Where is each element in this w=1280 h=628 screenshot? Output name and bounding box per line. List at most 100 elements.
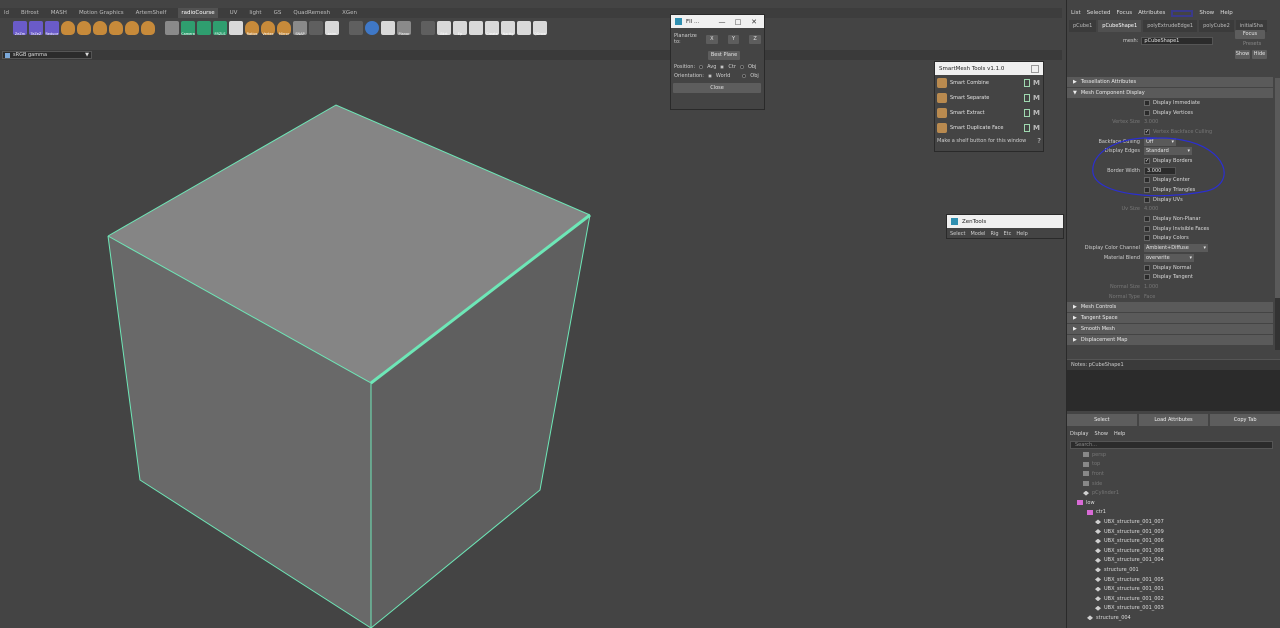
display-nonplanar-checkbox[interactable]	[1144, 216, 1150, 223]
shelf-tool-icon[interactable]	[141, 20, 155, 35]
shelf-tool-icon[interactable]: Ep	[453, 20, 467, 36]
shelf-tool-icon[interactable]: Bkrt	[437, 20, 451, 36]
shelf-tool-icon[interactable]: Vertex	[261, 20, 275, 36]
outliner-item[interactable]: structure_001	[1067, 565, 1280, 575]
outliner-item[interactable]: front	[1067, 469, 1280, 479]
scrollbar-thumb[interactable]	[1275, 78, 1280, 298]
help-icon[interactable]: ?	[1037, 137, 1041, 145]
shelf-tab[interactable]: UV	[230, 8, 238, 18]
mesh-name-field[interactable]: pCubeShape1	[1141, 37, 1214, 45]
shelf-tool-icon[interactable]	[109, 20, 123, 35]
shelf-tool-icon[interactable]	[77, 20, 91, 35]
shelf-tool-icon[interactable]	[61, 20, 75, 35]
shelf-tool-icon[interactable]: FRZLS	[213, 20, 227, 36]
shelf-tool-icon[interactable]: TeZeZ	[29, 20, 43, 36]
display-immediate-checkbox[interactable]	[1144, 99, 1150, 106]
menu-focus[interactable]: Focus	[1116, 10, 1132, 16]
minimize-icon[interactable]: —	[716, 18, 728, 26]
smartmesh-item[interactable]: Smart Combine M	[935, 75, 1043, 90]
shelf-tool-icon[interactable]	[309, 20, 323, 35]
smartmesh-item[interactable]: Smart Duplicate Face M	[935, 120, 1043, 135]
shelf-tool-icon[interactable]	[125, 20, 139, 35]
shelf-tool-icon[interactable]	[517, 20, 531, 35]
focus-button[interactable]: Focus	[1235, 30, 1265, 39]
3d-viewport[interactable]	[0, 60, 1062, 628]
outliner-menu-show[interactable]: Show	[1094, 431, 1108, 437]
cube-mesh[interactable]	[0, 60, 1062, 628]
outliner-menu-help[interactable]: Help	[1114, 431, 1125, 437]
display-invisible-checkbox[interactable]	[1144, 225, 1150, 232]
shelf-tool-icon[interactable]	[93, 20, 107, 35]
options-icon[interactable]	[1024, 108, 1030, 117]
maximize-icon[interactable]: □	[732, 18, 744, 26]
shelf-tab[interactable]: ld	[4, 8, 9, 18]
outliner-item[interactable]: structure_004	[1067, 613, 1280, 623]
shelf-tool-icon[interactable]	[349, 20, 363, 35]
shelf-tab[interactable]: QuadRemesh	[293, 8, 330, 18]
shelf-tool-icon[interactable]: NarHg	[501, 20, 515, 36]
section-smooth-mesh[interactable]: ▶ Smooth Mesh	[1067, 324, 1273, 335]
load-attributes-button[interactable]: Load Attributes	[1138, 414, 1209, 426]
outliner-item[interactable]: low	[1067, 498, 1280, 508]
outliner-item[interactable]: pCylinder1	[1067, 488, 1280, 498]
shelf-tool-icon[interactable]: Create	[485, 20, 499, 36]
outliner-item[interactable]: top	[1067, 460, 1280, 470]
normal-size-field[interactable]: 1.000	[1144, 284, 1158, 290]
outliner-item[interactable]: UBX_structure_001_007	[1067, 517, 1280, 527]
zentools-menu-help[interactable]: Help	[1016, 231, 1027, 237]
shelf-tool-icon[interactable]: Mirror	[277, 20, 291, 36]
shelf-tool-icon[interactable]: ZeZm	[13, 20, 27, 36]
attribute-scrollbar[interactable]	[1275, 78, 1280, 350]
shelf-tool-icon[interactable]	[197, 20, 211, 35]
shelf-tool-icon[interactable]: Ratios	[245, 20, 259, 36]
section-tessellation[interactable]: ▶ Tessellation Attributes	[1067, 77, 1273, 87]
uv-size-field[interactable]: 4.000	[1144, 206, 1158, 212]
display-vertices-checkbox[interactable]	[1144, 109, 1150, 116]
outliner-item[interactable]: persp	[1067, 450, 1280, 460]
section-tangent-space[interactable]: ▶ Tangent Space	[1067, 313, 1273, 324]
shelf-tool-icon[interactable]: Planar	[397, 20, 411, 36]
vertex-size-field[interactable]: 3.000	[1144, 119, 1158, 125]
shelf-tool-icon[interactable]	[365, 20, 379, 35]
options-icon[interactable]	[1024, 93, 1030, 102]
menu-list[interactable]: List	[1071, 10, 1081, 16]
shelf-button-label[interactable]: Make a shelf button for this window	[937, 138, 1037, 144]
menu-attributes[interactable]: Attributes	[1138, 10, 1165, 16]
shelf-tab[interactable]: ArtemShelf	[136, 8, 167, 18]
shelf-tool-icon[interactable]	[165, 20, 179, 35]
copy-tab-button[interactable]: Copy Tab	[1210, 414, 1280, 426]
node-tab[interactable]: polyExtrudeEdge1	[1143, 20, 1198, 32]
node-tab[interactable]: pCube1	[1069, 20, 1097, 32]
outliner-menu-display[interactable]: Display	[1070, 431, 1088, 437]
best-plane-button[interactable]: Best Plane	[708, 51, 740, 60]
outliner-item[interactable]: ctr1	[1067, 508, 1280, 518]
colorspace-dropdown[interactable]: sRGB gamma ▼	[2, 51, 92, 59]
planarize-y-button[interactable]: Y	[727, 34, 740, 44]
orientation-world-radio[interactable]	[707, 74, 712, 78]
outliner-item[interactable]: UBX_structure_001_002	[1067, 594, 1280, 604]
planarize-z-button[interactable]: Z	[749, 34, 761, 44]
section-mesh-controls[interactable]: ▶ Mesh Controls	[1067, 302, 1273, 313]
smartmesh-item[interactable]: Smart Extract M	[935, 105, 1043, 120]
display-colors-checkbox[interactable]	[1144, 235, 1150, 242]
shelf-tool-icon[interactable]: Camera	[181, 20, 195, 36]
show-button[interactable]: Show	[1235, 50, 1250, 59]
section-mesh-component-display[interactable]: ▼ Mesh Component Display	[1067, 88, 1273, 98]
shelf-tab[interactable]: light	[249, 8, 261, 18]
shelf-tool-icon[interactable]: anim	[325, 20, 339, 36]
hide-button[interactable]: Hide	[1252, 50, 1267, 59]
options-icon[interactable]	[1024, 78, 1030, 87]
zentools-menu-etc[interactable]: Etc	[1004, 231, 1012, 237]
display-normal-checkbox[interactable]	[1144, 264, 1150, 271]
close-icon[interactable]: ✕	[748, 18, 760, 26]
zentools-menu-select[interactable]: Select	[950, 231, 965, 237]
outliner-item[interactable]: UBX_structure_001_004	[1067, 556, 1280, 566]
node-tab[interactable]: polyCube2	[1199, 20, 1234, 32]
zentools-menu-rig[interactable]: Rig	[990, 231, 998, 237]
normal-type-dropdown[interactable]: Face	[1144, 294, 1155, 300]
zentools-menu-model[interactable]: Model	[970, 231, 985, 237]
shelf-tool-icon[interactable]	[229, 20, 243, 35]
outliner-item[interactable]: UBX_structure_001_001	[1067, 584, 1280, 594]
orientation-obj-radio[interactable]	[742, 74, 747, 78]
outliner-item[interactable]: side	[1067, 479, 1280, 489]
